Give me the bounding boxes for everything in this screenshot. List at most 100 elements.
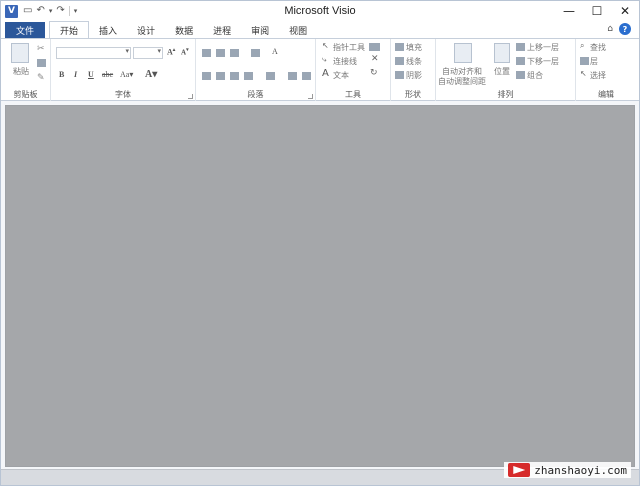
font-size-combo[interactable] bbox=[133, 47, 163, 59]
position-icon[interactable] bbox=[494, 43, 510, 63]
select-label[interactable]: 选择 bbox=[590, 70, 606, 81]
grow-font-icon[interactable]: A▴ bbox=[167, 47, 175, 57]
group-label-tools: 工具 bbox=[345, 90, 361, 99]
tab-view[interactable]: 视图 bbox=[279, 22, 317, 39]
shadow-label[interactable]: 阴影 bbox=[406, 70, 422, 81]
line-icon[interactable] bbox=[395, 57, 404, 65]
format-painter-icon[interactable]: ✎ bbox=[37, 73, 46, 83]
watermark-play-icon bbox=[508, 463, 531, 477]
undo-icon[interactable]: ↶ bbox=[36, 6, 44, 16]
group-label-btn[interactable]: 组合 bbox=[527, 70, 543, 81]
group-label-paragraph: 段落 bbox=[247, 90, 264, 99]
paragraph-dialog-launcher-icon[interactable] bbox=[308, 94, 313, 99]
tab-home[interactable]: 开始 bbox=[49, 21, 90, 39]
tab-process[interactable]: 进程 bbox=[203, 22, 241, 39]
underline-icon[interactable]: U bbox=[88, 70, 94, 79]
align-center-icon[interactable] bbox=[216, 72, 225, 80]
tab-file[interactable]: 文件 bbox=[5, 22, 46, 39]
group-shape: 填充 线条 阴影 形状 bbox=[391, 39, 436, 101]
group-label-clipboard: 剪贴板 bbox=[13, 90, 38, 99]
save-icon[interactable]: ▭ bbox=[23, 6, 32, 16]
decrease-indent-icon[interactable] bbox=[288, 72, 297, 80]
auto-align-icon[interactable] bbox=[454, 43, 472, 63]
rotate-icon[interactable]: ↻ bbox=[370, 68, 378, 78]
find-icon[interactable]: ⌕ bbox=[580, 41, 584, 51]
maximize-button[interactable]: ☐ bbox=[583, 1, 611, 21]
bullets-icon[interactable] bbox=[251, 49, 260, 57]
shrink-font-icon[interactable]: A▾ bbox=[181, 47, 189, 56]
line-label[interactable]: 线条 bbox=[406, 56, 422, 67]
minimize-button[interactable]: — bbox=[555, 1, 583, 21]
group-clipboard: 粘贴 ✂ ✎ 剪贴板 bbox=[1, 39, 51, 101]
tab-design[interactable]: 设计 bbox=[127, 22, 165, 39]
copy-icon[interactable] bbox=[37, 59, 46, 67]
shadow-icon[interactable] bbox=[395, 71, 404, 79]
align-top-icon[interactable] bbox=[202, 49, 211, 57]
pointer-tool-label[interactable]: 指针工具 bbox=[333, 42, 365, 53]
window-controls: — ☐ ✕ bbox=[555, 1, 639, 21]
send-backward-icon[interactable] bbox=[516, 57, 525, 65]
tab-review[interactable]: 审阅 bbox=[241, 22, 279, 39]
pointer-tool-icon[interactable]: ↖ bbox=[322, 41, 329, 50]
ribbon: 粘贴 ✂ ✎ 剪贴板 A▴ A▾ B I U abc Aa▾ A▾ 字体 bbox=[1, 38, 639, 101]
strikethrough-icon[interactable]: abc bbox=[102, 70, 113, 79]
close-button[interactable]: ✕ bbox=[611, 1, 639, 21]
bring-forward-label[interactable]: 上移一层 bbox=[527, 42, 559, 53]
tab-data[interactable]: 数据 bbox=[165, 22, 203, 39]
window-title: Microsoft Visio bbox=[284, 5, 356, 17]
select-icon[interactable]: ↖ bbox=[580, 69, 587, 78]
quick-access-toolbar: ▭ ↶ ▾ ↷ ▾ bbox=[23, 6, 77, 16]
fill-icon[interactable] bbox=[395, 43, 404, 51]
redo-icon[interactable]: ↷ bbox=[56, 6, 64, 16]
watermark: zhanshaoyi.com bbox=[504, 462, 631, 478]
paste-label[interactable]: 粘贴 bbox=[13, 66, 29, 77]
tab-insert[interactable]: 插入 bbox=[89, 22, 127, 39]
ribbon-tabs: 文件 开始 插入 设计 数据 进程 审阅 视图 ⌂ ? bbox=[1, 21, 639, 39]
minimize-ribbon-icon[interactable]: ⌂ bbox=[607, 24, 613, 34]
fill-label[interactable]: 填充 bbox=[406, 42, 422, 53]
font-color-icon[interactable]: A▾ bbox=[145, 69, 157, 80]
text-tool-icon[interactable]: A bbox=[322, 68, 329, 79]
help-icon[interactable]: ? bbox=[619, 23, 631, 35]
align-bottom-icon[interactable] bbox=[230, 49, 239, 57]
send-backward-label[interactable]: 下移一层 bbox=[527, 56, 559, 67]
rectangle-tool-icon[interactable] bbox=[369, 43, 380, 51]
paste-icon[interactable] bbox=[11, 43, 29, 63]
bold-icon[interactable]: B bbox=[59, 70, 64, 79]
tabs-right-controls: ⌂ ? bbox=[607, 23, 631, 35]
visio-app-icon[interactable]: V bbox=[5, 4, 18, 18]
columns-icon[interactable] bbox=[266, 72, 275, 80]
group-label-arrange: 排列 bbox=[497, 90, 514, 99]
align-left-icon[interactable] bbox=[202, 72, 211, 80]
auto-align-label-2[interactable]: 自动调整间距 bbox=[438, 76, 486, 87]
justify-icon[interactable] bbox=[244, 72, 253, 80]
drawing-area[interactable] bbox=[5, 105, 635, 467]
change-case-icon[interactable]: Aa▾ bbox=[120, 70, 133, 79]
group-icon[interactable] bbox=[516, 71, 525, 79]
group-label-shape: 形状 bbox=[405, 90, 421, 99]
group-editing: ⌕ 查找 层 ↖ 选择 编辑 bbox=[576, 39, 636, 101]
connector-icon[interactable]: ⤷ bbox=[322, 55, 326, 65]
visio-window: V ▭ ↶ ▾ ↷ ▾ Microsoft Visio — ☐ ✕ 文件 开始 … bbox=[0, 0, 640, 486]
connector-label[interactable]: 连接线 bbox=[333, 56, 357, 67]
find-label[interactable]: 查找 bbox=[590, 42, 606, 53]
position-label[interactable]: 位置 bbox=[494, 66, 510, 77]
cut-icon[interactable]: ✂ bbox=[37, 44, 46, 54]
align-right-icon[interactable] bbox=[230, 72, 239, 80]
font-name-combo[interactable] bbox=[56, 47, 131, 59]
customize-qat-icon[interactable]: ▾ bbox=[74, 6, 78, 16]
align-middle-icon[interactable] bbox=[216, 49, 225, 57]
watermark-text: zhanshaoyi.com bbox=[534, 463, 627, 477]
increase-indent-icon[interactable] bbox=[302, 72, 311, 80]
font-dialog-launcher-icon[interactable] bbox=[188, 94, 193, 99]
italic-icon[interactable]: I bbox=[74, 70, 77, 79]
text-direction-icon[interactable]: A bbox=[272, 47, 278, 56]
layer-label[interactable]: 层 bbox=[590, 56, 598, 67]
group-label-editing: 编辑 bbox=[598, 90, 614, 99]
delete-icon[interactable]: ✕ bbox=[371, 54, 379, 64]
undo-dropdown-icon[interactable]: ▾ bbox=[49, 6, 53, 16]
text-tool-label[interactable]: 文本 bbox=[333, 70, 349, 81]
group-tools: ↖ 指针工具 ⤷ 连接线 A 文本 ✕ ↻ 工具 bbox=[316, 39, 391, 101]
layer-icon[interactable] bbox=[580, 57, 589, 65]
bring-forward-icon[interactable] bbox=[516, 43, 525, 51]
